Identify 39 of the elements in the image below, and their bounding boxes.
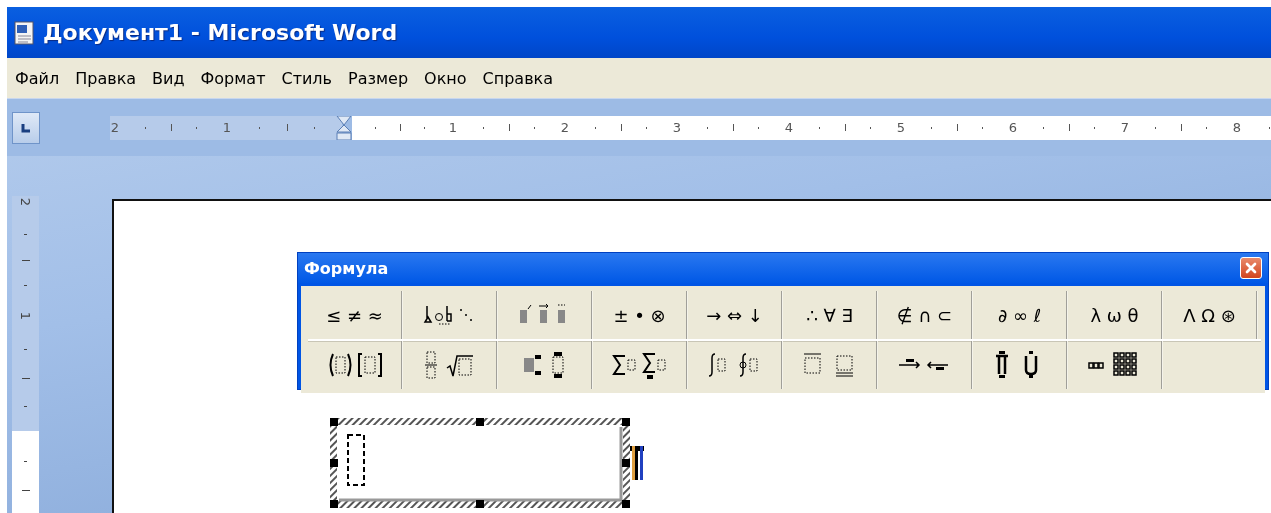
close-icon [1243, 260, 1259, 276]
document-icon [13, 20, 35, 45]
symbol-palette-button[interactable]: ∴ ∀ ∃ [783, 291, 878, 339]
indent-marker-icon[interactable] [336, 115, 352, 140]
ruler-number: 2 [560, 121, 570, 134]
ruler-number: 2 [110, 121, 120, 134]
ruler-number: 7 [1120, 121, 1130, 134]
symbol-palette-button[interactable]: → ⇔ ↓ [688, 291, 783, 339]
left-tab-icon [21, 122, 31, 133]
symbol-palette-button[interactable]: λ ω θ [1068, 291, 1163, 339]
ruler-number: 8 [1232, 121, 1242, 134]
menu-item[interactable]: Справка [476, 64, 560, 92]
symbol-palette-button[interactable]: ≤ ≠ ≈ [308, 291, 403, 339]
symbol-palette-button[interactable]: Λ Ω ⊛ [1163, 291, 1258, 339]
summation-templates-icon [610, 350, 669, 380]
menu-item[interactable]: Правка [69, 64, 143, 92]
menu-item[interactable]: Формат [194, 64, 272, 92]
menu-item[interactable]: Размер [342, 64, 415, 92]
window-title: Документ1 - Microsoft Word [43, 20, 398, 45]
symbol-palette-button[interactable]: ∉ ∩ ⊂ [878, 291, 973, 339]
ruler-number: 6 [1008, 121, 1018, 134]
ruler-number: 1 [222, 121, 232, 134]
close-button[interactable] [1240, 257, 1262, 279]
toolbar-title: Формула [304, 258, 389, 278]
vertical-ruler[interactable]: 2 1 [12, 196, 39, 513]
ruler-number: 3 [672, 121, 682, 134]
ruler-number: 1 [19, 311, 32, 321]
ruler-number: 1 [448, 121, 458, 134]
menu-item[interactable]: Окно [418, 64, 473, 92]
ruler-number: 5 [896, 121, 906, 134]
symbol-palette-button[interactable]: ∂ ∞ ℓ [973, 291, 1068, 339]
text-cursor-icon [630, 446, 644, 480]
menu-item[interactable]: Стиль [275, 64, 338, 92]
menu-item[interactable]: Файл [9, 64, 66, 92]
symbol-palette-button[interactable]: ± • ⊗ [593, 291, 688, 339]
menu-item[interactable]: Вид [146, 64, 191, 92]
tab-stop-button[interactable] [12, 111, 40, 144]
ruler-number: 2 [19, 197, 32, 207]
ruler-number: 4 [784, 121, 794, 134]
